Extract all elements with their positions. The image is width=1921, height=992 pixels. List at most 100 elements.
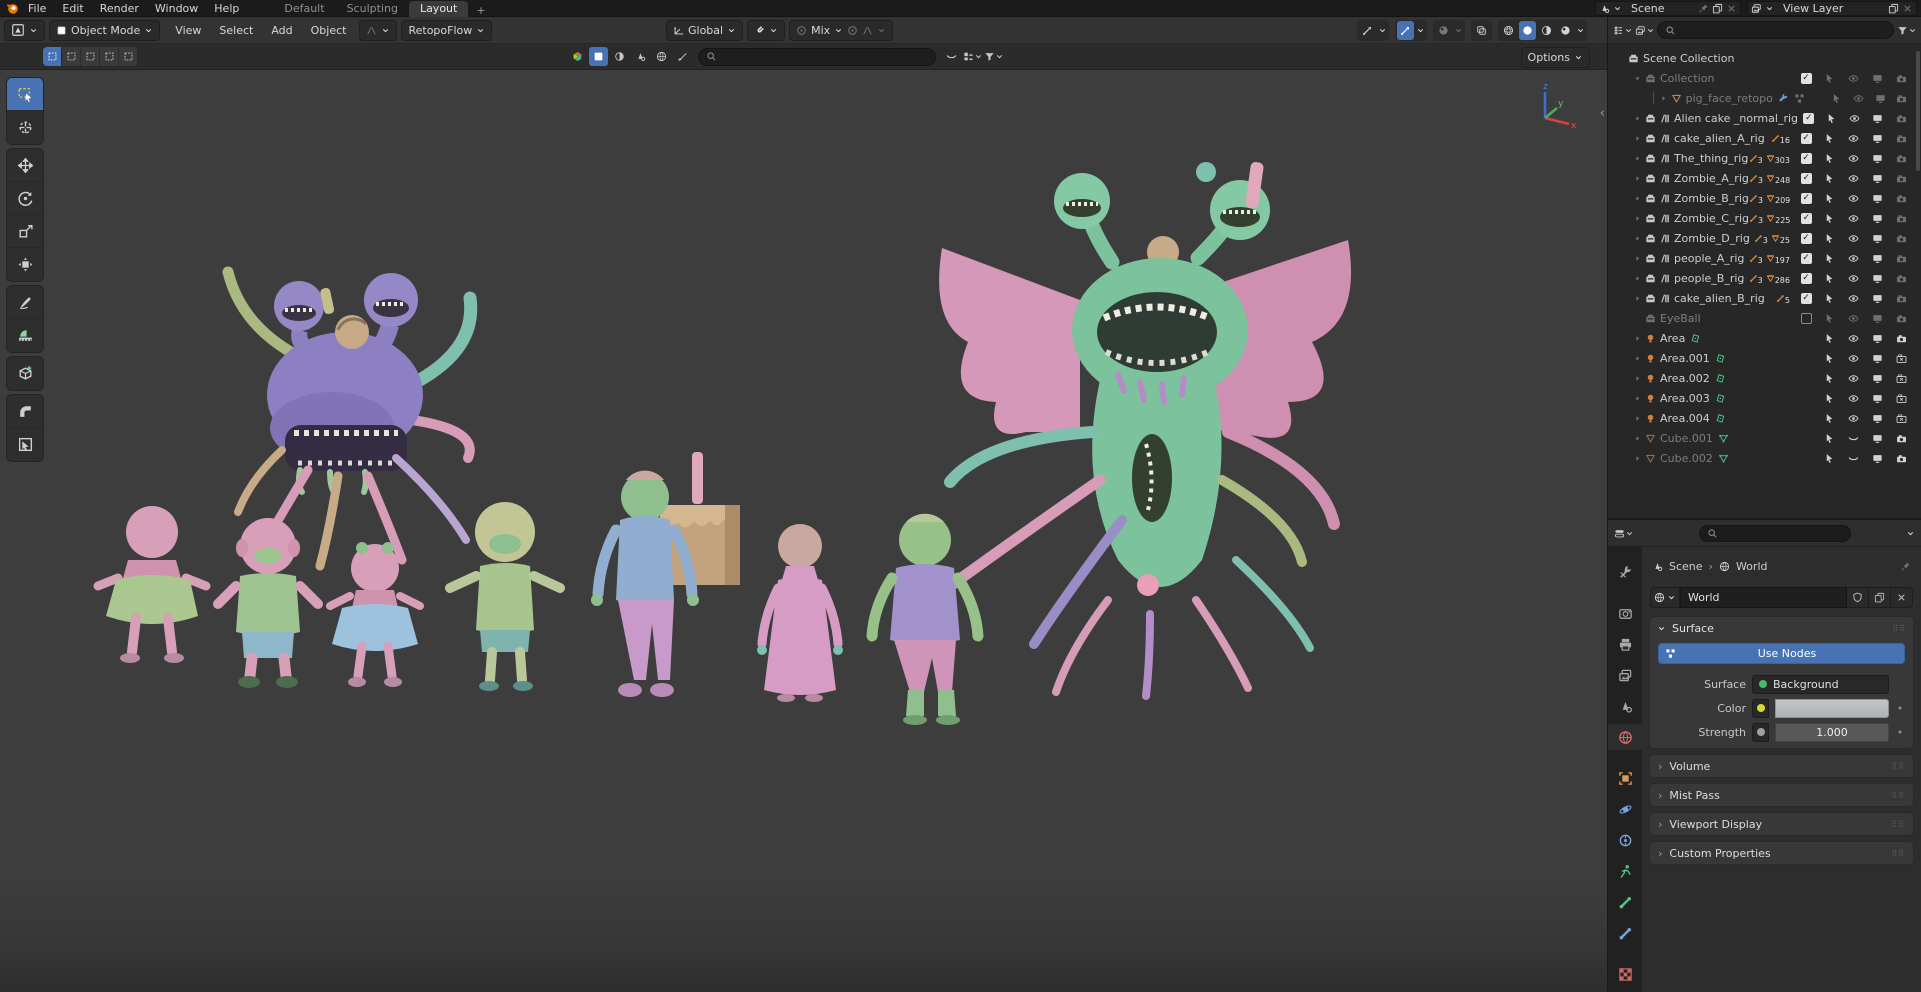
viewport-menu-object[interactable]: Object	[302, 17, 356, 43]
expand-arrow-icon[interactable]	[1633, 274, 1642, 283]
selectable-toggle[interactable]	[1824, 413, 1835, 424]
toddler-boy[interactable]	[218, 518, 318, 688]
properties-search-input[interactable]	[1699, 525, 1851, 542]
expand-arrow-icon[interactable]	[1633, 454, 1642, 463]
workspace-tab-default[interactable]: Default	[273, 1, 335, 17]
new-datablock-icon[interactable]	[1712, 3, 1723, 14]
select-extend-button[interactable]	[62, 47, 81, 66]
properties-tab-bone[interactable]	[1608, 889, 1642, 915]
outliner-row[interactable]: Cube.001	[1608, 428, 1915, 448]
rotate-tool[interactable]	[7, 182, 43, 215]
animate-strength-dot[interactable]: •	[1895, 726, 1905, 739]
properties-tab-physics[interactable]	[1608, 796, 1642, 822]
hide-viewport-toggle[interactable]	[1848, 433, 1859, 444]
expand-arrow-icon[interactable]	[1633, 114, 1642, 123]
outliner-row[interactable]: cake_alien_B_rig5✓	[1608, 288, 1915, 308]
disable-render-toggle[interactable]	[1896, 93, 1907, 104]
exclude-checkbox[interactable]: ✓	[1801, 153, 1812, 164]
disable-viewport-toggle[interactable]	[1872, 173, 1883, 184]
exclude-checkbox[interactable]: ✓	[1801, 293, 1812, 304]
disable-viewport-toggle[interactable]	[1872, 313, 1883, 324]
outliner-row[interactable]: │pig_face_retopo	[1608, 88, 1915, 108]
disable-render-toggle[interactable]	[1896, 153, 1907, 164]
toddler-green[interactable]	[450, 502, 560, 691]
retopoflow-menu[interactable]: RetopoFlow	[401, 20, 492, 41]
expand-arrow-icon[interactable]	[1633, 174, 1642, 183]
shading-material-button[interactable]	[1538, 21, 1555, 40]
object-name[interactable]: Area.003	[1660, 392, 1710, 405]
exclude-checkbox[interactable]: ✓	[1801, 273, 1812, 284]
snapping-dropdown[interactable]	[747, 20, 785, 41]
girl-blue-skirt[interactable]	[330, 542, 420, 687]
selectable-toggle[interactable]	[1824, 353, 1835, 364]
panel-drag-handle[interactable]: ⠿⠿	[1891, 791, 1905, 800]
disable-viewport-toggle[interactable]	[1872, 353, 1883, 364]
disable-render-toggle[interactable]	[1896, 213, 1907, 224]
zombie-man[interactable]	[872, 514, 978, 725]
unlink-button[interactable]	[1891, 587, 1913, 608]
use-nodes-button[interactable]: Use Nodes	[1658, 643, 1905, 664]
object-name[interactable]: pig_face_retopo	[1686, 92, 1773, 105]
properties-tab-object[interactable]	[1608, 765, 1642, 791]
expand-arrow-icon[interactable]	[1633, 154, 1642, 163]
strength-slider[interactable]: 1.000	[1775, 723, 1889, 742]
viewport-menu-add[interactable]: Add	[262, 17, 301, 43]
outliner-row[interactable]: Zombie_A_rig3248✓	[1608, 168, 1915, 188]
hide-viewport-toggle[interactable]	[1848, 253, 1859, 264]
filter-material-button[interactable]	[610, 47, 629, 66]
disable-render-toggle[interactable]	[1896, 133, 1907, 144]
expand-arrow-icon[interactable]	[1633, 394, 1642, 403]
object-name[interactable]: Zombie_B_rig	[1674, 192, 1749, 205]
object-name[interactable]: Scene Collection	[1643, 52, 1734, 65]
select-subtract-button[interactable]	[81, 47, 100, 66]
add-cube-tool[interactable]	[7, 357, 43, 390]
exclude-checkbox[interactable]: ✓	[1801, 213, 1812, 224]
shading-popover[interactable]	[1433, 20, 1465, 41]
color-swatch[interactable]	[1775, 699, 1889, 718]
outliner-row[interactable]: Area	[1608, 328, 1915, 348]
measure-tool[interactable]	[7, 319, 43, 352]
hide-viewport-toggle[interactable]	[1848, 353, 1859, 364]
expand-arrow-icon[interactable]	[1633, 294, 1642, 303]
hide-viewport-toggle[interactable]	[1848, 373, 1859, 384]
disable-viewport-toggle[interactable]	[1872, 233, 1883, 244]
options-dropdown[interactable]: Options	[1521, 47, 1590, 68]
color-socket-button[interactable]	[1752, 699, 1769, 718]
selectable-toggle[interactable]	[1824, 253, 1835, 264]
disable-render-toggle[interactable]	[1896, 273, 1907, 284]
exclude-checkbox[interactable]: ✓	[1801, 233, 1812, 244]
expand-arrow-icon[interactable]	[1633, 374, 1642, 383]
toddler-pink-dress[interactable]	[98, 506, 206, 663]
hide-viewport-toggle[interactable]	[1848, 153, 1859, 164]
exclude-checkbox[interactable]: ✓	[1803, 113, 1814, 124]
properties-tab-view-layer[interactable]	[1608, 662, 1642, 688]
disable-render-toggle[interactable]	[1896, 413, 1907, 424]
menu-file[interactable]: File	[20, 0, 54, 17]
selectable-toggle[interactable]	[1824, 133, 1835, 144]
properties-tab-bone-constraint[interactable]	[1608, 920, 1642, 946]
display-mode-dropdown[interactable]	[963, 47, 982, 66]
disable-viewport-toggle[interactable]	[1872, 193, 1883, 204]
shading-wireframe-button[interactable]	[1500, 21, 1517, 40]
disable-render-toggle[interactable]	[1896, 393, 1907, 404]
display-mode-dropdown[interactable]	[1635, 21, 1654, 40]
object-name[interactable]: cake_alien_A_rig	[1674, 132, 1765, 145]
outliner-row[interactable]: people_B_rig3286✓	[1608, 268, 1915, 288]
disable-viewport-toggle[interactable]	[1872, 433, 1883, 444]
outliner-row[interactable]: EyeBall	[1608, 308, 1915, 328]
panel-drag-handle[interactable]: ⠿⠿	[1892, 624, 1906, 633]
hide-viewport-toggle[interactable]	[1848, 273, 1859, 284]
chevron-down-icon[interactable]	[1906, 529, 1915, 538]
expand-arrow-icon[interactable]	[1633, 234, 1642, 243]
panel-drag-handle[interactable]: ⠿⠿	[1891, 820, 1905, 829]
outliner-row[interactable]: cake_alien_A_rig16✓	[1608, 128, 1915, 148]
view-layer-name[interactable]: View Layer	[1777, 2, 1885, 15]
disable-viewport-toggle[interactable]	[1872, 413, 1883, 424]
animate-color-dot[interactable]: •	[1895, 702, 1905, 715]
workspace-tab-sculpting[interactable]: Sculpting	[336, 1, 409, 17]
disable-render-toggle[interactable]	[1896, 73, 1907, 84]
expand-arrow-icon[interactable]	[1633, 214, 1642, 223]
exclude-checkbox[interactable]: ✓	[1801, 253, 1812, 264]
surface-shader-dropdown[interactable]: Background	[1752, 675, 1889, 694]
breadcrumb-scene[interactable]: Scene	[1669, 560, 1703, 573]
